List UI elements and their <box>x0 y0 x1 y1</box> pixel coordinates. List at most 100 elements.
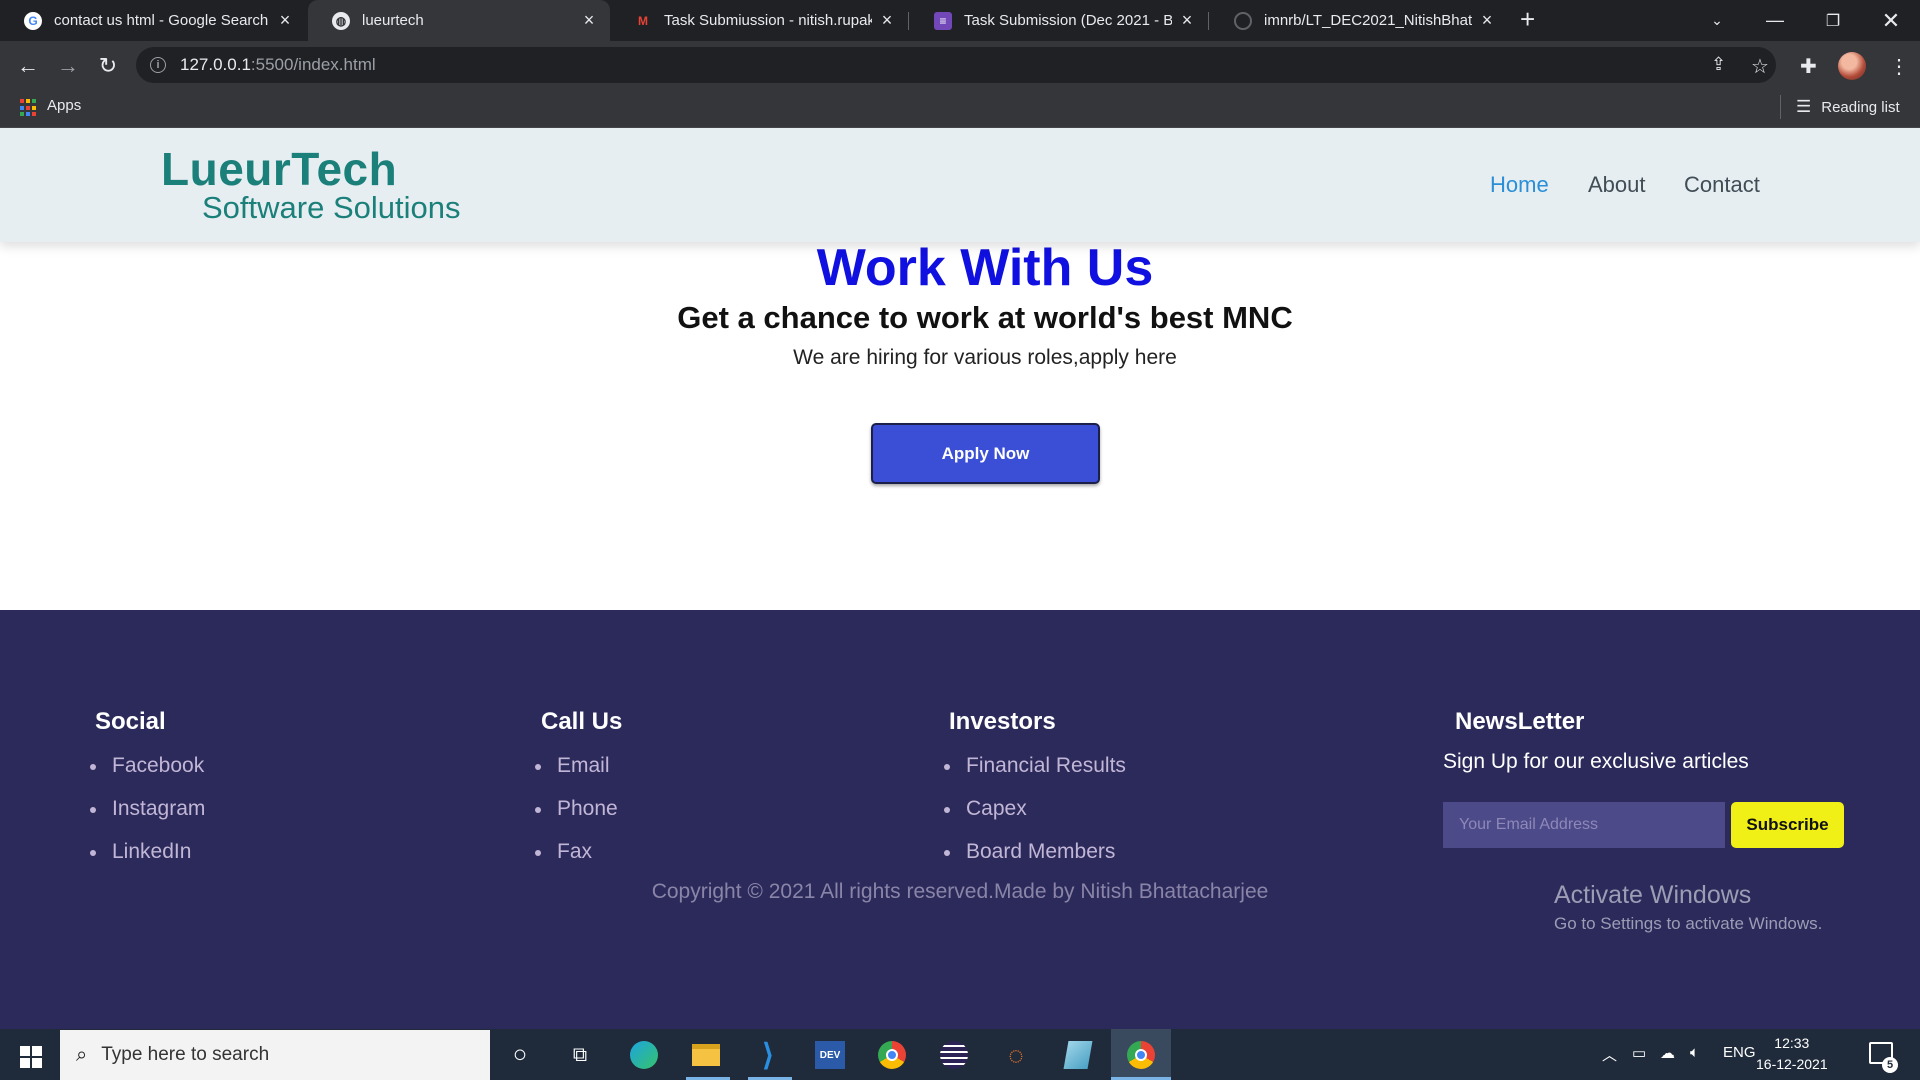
activate-windows-subtitle: Go to Settings to activate Windows. <box>1554 914 1823 933</box>
new-tab-button[interactable]: + <box>1520 4 1535 35</box>
investors-heading: Investors <box>949 708 1056 735</box>
fax-link[interactable]: Fax <box>535 840 618 883</box>
search-icon: ⌕ <box>76 1043 88 1066</box>
tab-search-icon[interactable]: ⌄ <box>1694 0 1740 41</box>
windows-start-icon[interactable] <box>20 1046 42 1068</box>
url-text: 127.0.0.1:5500/index.html <box>180 55 376 75</box>
tab-lueurtech[interactable]: ◍ lueurtech × <box>308 0 610 41</box>
facebook-link[interactable]: Facebook <box>90 754 205 797</box>
investors-list: Financial Results Capex Board Members <box>944 754 1126 883</box>
tab-gmail[interactable]: M Task Submiussion - nitish.rupak@ × <box>610 0 908 41</box>
notepad-icon[interactable] <box>1061 1038 1095 1072</box>
close-icon[interactable]: × <box>574 10 604 31</box>
financial-results-link[interactable]: Financial Results <box>944 754 1126 797</box>
dev-cpp-icon[interactable]: DEV <box>813 1038 847 1072</box>
nav-home-link[interactable]: Home <box>1490 172 1549 198</box>
tab-title: Task Submiussion - nitish.rupak@ <box>664 12 872 29</box>
minimize-button[interactable]: — <box>1752 0 1798 41</box>
task-view-icon[interactable]: ⧉ <box>563 1038 597 1072</box>
reading-list-button[interactable]: ☰ Reading list <box>1796 97 1900 117</box>
forms-icon: ≡ <box>934 11 952 30</box>
volume-icon[interactable]: 🔈︎ <box>1690 1044 1699 1061</box>
reload-icon[interactable]: ↻ <box>94 52 122 80</box>
hero-subtitle: Get a chance to work at world's best MNC <box>677 300 1293 335</box>
newsletter-email-input[interactable] <box>1443 802 1725 848</box>
tab-title: lueurtech <box>362 12 424 29</box>
tab-separator <box>908 12 909 30</box>
url-host: 127.0.0.1 <box>180 55 251 74</box>
capex-link[interactable]: Capex <box>944 797 1126 840</box>
clock-date: 16-12-2021 <box>1756 1056 1828 1072</box>
web-page: LueurTech Software Solutions Home About … <box>0 128 1920 1029</box>
logo-title[interactable]: LueurTech <box>161 142 397 196</box>
close-icon[interactable]: × <box>1472 10 1502 31</box>
eclipse-icon[interactable] <box>937 1038 971 1072</box>
logo-subtitle: Software Solutions <box>202 190 461 225</box>
avatar[interactable] <box>1838 52 1866 80</box>
subscribe-button[interactable]: Subscribe <box>1731 802 1844 848</box>
taskbar-search-box[interactable]: ⌕ Type here to search <box>60 1030 490 1080</box>
url-path: :5500/index.html <box>250 55 376 74</box>
clock-time: 12:33 <box>1774 1035 1810 1051</box>
restore-button[interactable]: ❐ <box>1810 0 1856 41</box>
network-icon[interactable]: ☁ <box>1660 1044 1675 1062</box>
address-bar[interactable]: i 127.0.0.1:5500/index.html <box>136 47 1776 83</box>
tab-title: imnrb/LT_DEC2021_NitishBhattac <box>1264 12 1472 29</box>
star-icon[interactable]: ☆ <box>1751 54 1769 79</box>
clock[interactable]: 12:33 16-12-2021 <box>1756 1033 1828 1075</box>
apps-grid-icon <box>20 99 38 117</box>
tab-separator <box>1208 12 1209 30</box>
call-us-list: Email Phone Fax <box>535 754 618 883</box>
phone-link[interactable]: Phone <box>535 797 618 840</box>
vscode-icon[interactable]: ⟩ <box>751 1038 785 1072</box>
board-members-link[interactable]: Board Members <box>944 840 1126 883</box>
chrome-icon[interactable] <box>875 1038 909 1072</box>
menu-dots-icon[interactable]: ⋮ <box>1889 54 1909 79</box>
bookmark-separator <box>1780 95 1781 119</box>
tab-title: contact us html - Google Search <box>54 12 269 29</box>
github-icon <box>1234 11 1252 30</box>
close-icon[interactable]: × <box>270 10 300 31</box>
email-link[interactable]: Email <box>535 754 618 797</box>
gmail-icon: M <box>638 13 648 28</box>
tab-google-search[interactable]: G contact us html - Google Search × <box>0 0 306 41</box>
share-icon[interactable]: ⇪ <box>1711 54 1726 75</box>
battery-icon[interactable]: ▭ <box>1632 1044 1646 1062</box>
social-heading: Social <box>95 708 166 735</box>
back-arrow-icon[interactable]: ← <box>14 52 42 80</box>
tab-github[interactable]: imnrb/LT_DEC2021_NitishBhattac × <box>1210 0 1508 41</box>
info-icon[interactable]: i <box>150 57 166 73</box>
reading-list-label: Reading list <box>1821 98 1900 116</box>
tab-title: Task Submission (Dec 2021 - Batc <box>964 12 1172 29</box>
language-indicator[interactable]: ENG <box>1723 1044 1756 1061</box>
social-list: Facebook Instagram LinkedIn <box>90 754 205 883</box>
google-icon: G <box>24 11 42 30</box>
site-footer: Social Facebook Instagram LinkedIn Call … <box>0 610 1920 1029</box>
taskbar-search-placeholder: Type here to search <box>101 1044 270 1065</box>
forward-arrow-icon[interactable]: → <box>54 52 82 80</box>
tab-google-forms[interactable]: ≡ Task Submission (Dec 2021 - Batc × <box>910 0 1208 41</box>
activate-windows-title: Activate Windows <box>1554 881 1752 909</box>
jupyter-icon[interactable]: ◌ <box>999 1038 1033 1072</box>
linkedin-link[interactable]: LinkedIn <box>90 840 205 883</box>
nav-about-link[interactable]: About <box>1588 172 1646 198</box>
reading-list-icon: ☰ <box>1796 97 1812 116</box>
instagram-link[interactable]: Instagram <box>90 797 205 840</box>
globe-icon: ◍ <box>332 11 350 30</box>
newsletter-text: Sign Up for our exclusive articles <box>1443 750 1749 773</box>
apps-bookmark[interactable]: Apps <box>47 97 81 114</box>
close-window-button[interactable]: ✕ <box>1868 0 1914 41</box>
bookmarks-bar <box>0 90 1920 128</box>
apply-now-button[interactable]: Apply Now <box>871 423 1100 484</box>
file-explorer-icon[interactable] <box>689 1038 723 1072</box>
close-icon[interactable]: × <box>1172 10 1202 31</box>
tray-chevron-icon[interactable]: ︿ <box>1602 1044 1617 1065</box>
nav-contact-link[interactable]: Contact <box>1684 172 1760 198</box>
newsletter-heading: NewsLetter <box>1455 708 1585 735</box>
close-icon[interactable]: × <box>872 10 902 31</box>
extensions-icon[interactable]: ✚ <box>1800 54 1817 79</box>
cortana-icon[interactable]: ○ <box>503 1038 537 1072</box>
call-us-heading: Call Us <box>541 708 623 735</box>
chrome-active-icon[interactable] <box>1111 1029 1171 1080</box>
edge-icon[interactable] <box>627 1038 661 1072</box>
